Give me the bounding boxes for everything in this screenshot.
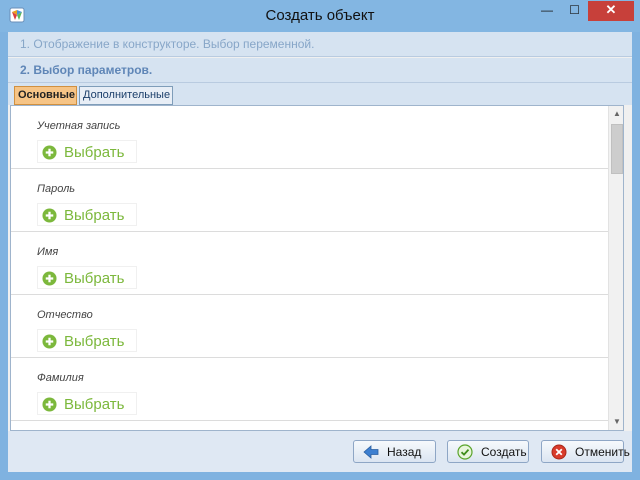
- maximize-button[interactable]: ☐: [561, 1, 588, 21]
- create-button[interactable]: Создать: [447, 440, 529, 463]
- scroll-up-icon[interactable]: ▲: [609, 106, 623, 122]
- check-circle-icon: [457, 444, 473, 460]
- field-last-name: Фамилия Выбрать: [11, 358, 608, 421]
- plus-circle-icon: [42, 208, 57, 223]
- select-label: Выбрать: [64, 144, 125, 161]
- cancel-label: Отменить: [575, 445, 630, 459]
- select-patronymic-button[interactable]: Выбрать: [37, 329, 137, 352]
- field-label: Имя: [37, 246, 59, 258]
- plus-circle-icon: [42, 334, 57, 349]
- select-label: Выбрать: [64, 333, 125, 350]
- field-account: Учетная запись Выбрать: [11, 106, 608, 169]
- field-label: Фамилия: [37, 372, 84, 384]
- select-label: Выбрать: [64, 207, 125, 224]
- cancel-circle-icon: [551, 444, 567, 460]
- close-button[interactable]: ✕: [588, 1, 634, 21]
- select-label: Выбрать: [64, 270, 125, 287]
- dialog-body: 1. Отображение в конструкторе. Выбор пер…: [8, 32, 632, 472]
- create-label: Создать: [481, 445, 527, 459]
- step-1-header[interactable]: 1. Отображение в конструкторе. Выбор пер…: [8, 32, 632, 57]
- field-password: Пароль Выбрать: [11, 169, 608, 232]
- parameters-panel: Учетная запись Выбрать Пароль Выбрать Им…: [10, 105, 624, 431]
- tab-strip: Основные Дополнительные: [8, 83, 632, 105]
- vertical-scrollbar[interactable]: ▲ ▼: [608, 106, 623, 430]
- field-first-name: Имя Выбрать: [11, 232, 608, 295]
- select-last-name-button[interactable]: Выбрать: [37, 392, 137, 415]
- field-label: Учетная запись: [37, 120, 121, 132]
- scroll-down-icon[interactable]: ▼: [609, 414, 623, 430]
- plus-circle-icon: [42, 145, 57, 160]
- button-bar: Назад Создать Отменить: [8, 431, 632, 472]
- tab-additional[interactable]: Дополнительные: [79, 86, 173, 105]
- scroll-thumb[interactable]: [611, 124, 623, 174]
- cancel-button[interactable]: Отменить: [541, 440, 630, 463]
- select-password-button[interactable]: Выбрать: [37, 203, 137, 226]
- field-patronymic: Отчество Выбрать: [11, 295, 608, 358]
- back-label: Назад: [387, 445, 422, 459]
- select-first-name-button[interactable]: Выбрать: [37, 266, 137, 289]
- field-label: Пароль: [37, 183, 76, 195]
- plus-circle-icon: [42, 397, 57, 412]
- field-label: Отчество: [37, 309, 93, 321]
- step-2-header[interactable]: 2. Выбор параметров.: [8, 58, 632, 83]
- tab-main[interactable]: Основные: [14, 86, 77, 105]
- plus-circle-icon: [42, 271, 57, 286]
- minimize-button[interactable]: —: [533, 1, 561, 21]
- title-bar: Создать объект — ☐ ✕: [0, 0, 640, 32]
- back-button[interactable]: Назад: [353, 440, 436, 463]
- select-label: Выбрать: [64, 396, 125, 413]
- arrow-left-icon: [363, 445, 379, 459]
- select-account-button[interactable]: Выбрать: [37, 140, 137, 163]
